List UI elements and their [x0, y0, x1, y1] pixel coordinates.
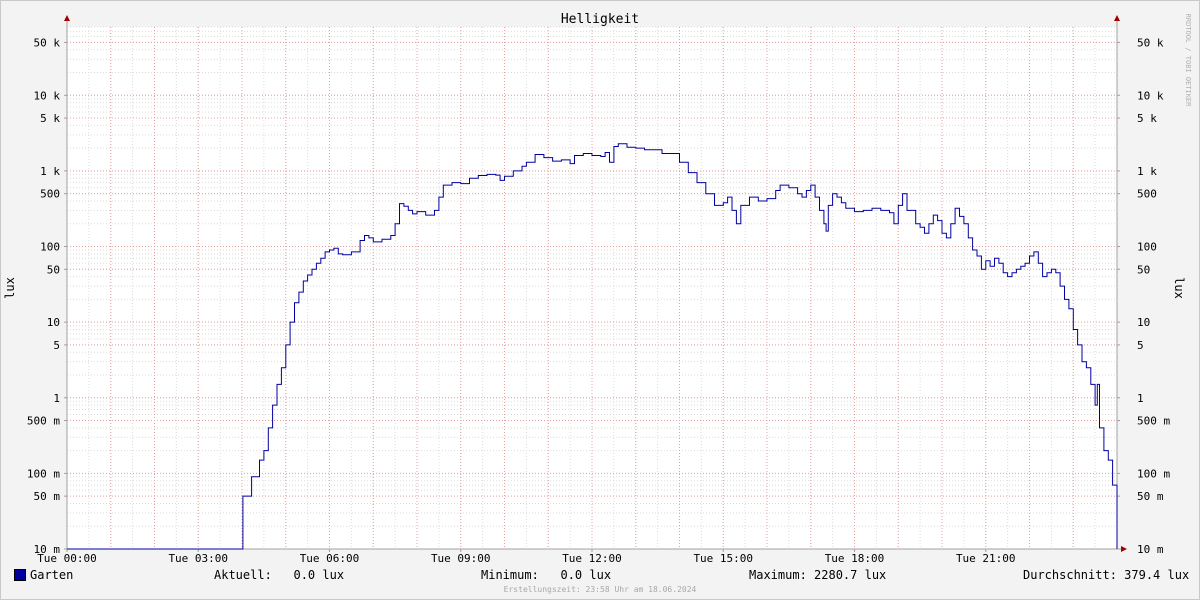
y-ticks-left: 10 m50 m100 m500 m1510501005001 k5 k10 k… — [27, 36, 67, 556]
x-tick-label: Tue 21:00 — [956, 552, 1016, 565]
y-tick-label-right: 1 — [1137, 392, 1144, 405]
chart: 10 m 50 m 100 m 500 m 1 5 10 50 100 500 1 k 5 k 10 k… — [3, 12, 1192, 565]
y-tick-label-left: 100 — [40, 241, 60, 254]
y-tick-label-left: 10 k — [34, 89, 61, 102]
y-tick-label-left: 50 k — [34, 36, 61, 49]
legend-series-name: Garten — [30, 568, 74, 582]
y-tick-label-left: 50 m — [34, 490, 61, 503]
legend-minimum: Minimum: 0.0 lux — [481, 568, 612, 582]
x-ticks: Tue 00:00 Tue 03:00 Tue 06:00 Tue 09:00 Tue … — [37, 549, 1016, 565]
x-tick-label: Tue 00:00 — [37, 552, 97, 565]
y-tick-label-right: 100 — [1137, 241, 1157, 254]
legend-maximum: Maximum: 2280.7 lux — [749, 568, 887, 582]
x-tick-label: Tue 15:00 — [693, 552, 753, 565]
y-tick-label-left: 1 k — [40, 165, 60, 178]
y-tick-label-right: 500 m — [1137, 415, 1170, 428]
y-tick-label-left: 500 — [40, 188, 60, 201]
y-tick-label-right: 100 m — [1137, 467, 1170, 480]
y-tick-label-right: 10 k — [1137, 89, 1164, 102]
y-tick-label-right: 5 k — [1137, 112, 1157, 125]
y-ticks-right: 10 m 50 m 100 m 500 m 1 5 10 50 100 500 1 k 5 k 10 k… — [1117, 36, 1170, 556]
y-tick-label-right: 5 — [1137, 339, 1144, 352]
watermark: RRDTOOL / TOBI OETIKER — [1184, 14, 1192, 108]
y-tick-label-left: 500 m — [27, 415, 60, 428]
y-tick-label-right: 10 — [1137, 316, 1150, 329]
y-tick-label-right: 10 m — [1137, 543, 1164, 556]
y-tick-label-right: 500 — [1137, 188, 1157, 201]
legend-aktuell: Aktuell: 0.0 lux — [214, 568, 345, 582]
legend-swatch-garten — [14, 569, 26, 581]
x-axis-arrow — [1121, 546, 1127, 552]
y-tick-label-right: 50 m — [1137, 490, 1164, 503]
y-tick-label-left: 5 — [53, 339, 60, 352]
y-tick-label-left: 100 m — [27, 467, 60, 480]
y-axis-label-left: lux — [3, 277, 17, 299]
y-tick-label-left: 10 — [47, 316, 60, 329]
x-tick-label: Tue 12:00 — [562, 552, 622, 565]
y-tick-label-left: 50 — [47, 263, 60, 276]
y-tick-label-left: 1 — [53, 392, 60, 405]
y-axis-arrow-left — [64, 15, 70, 21]
y-tick-label-right: 1 k — [1137, 165, 1157, 178]
x-tick-label: Tue 03:00 — [168, 552, 228, 565]
chart-title: Helligkeit — [561, 12, 639, 27]
y-axis-arrow-right — [1114, 15, 1120, 21]
y-tick-label-right: 50 — [1137, 263, 1150, 276]
footer-note: Erstellungszeit: 23:58 Uhr am 18.06.2024 — [503, 585, 697, 594]
y-axis-label-right: lux — [1172, 277, 1186, 299]
y-tick-label-right: 50 k — [1137, 36, 1164, 49]
x-tick-label: Tue 06:00 — [300, 552, 360, 565]
x-tick-label: Tue 09:00 — [431, 552, 491, 565]
x-tick-label: Tue 18:00 — [825, 552, 885, 565]
y-tick-label-left: 5 k — [40, 112, 60, 125]
legend-durchschnitt: Durchschnitt: 379.4 lux — [1023, 568, 1190, 582]
